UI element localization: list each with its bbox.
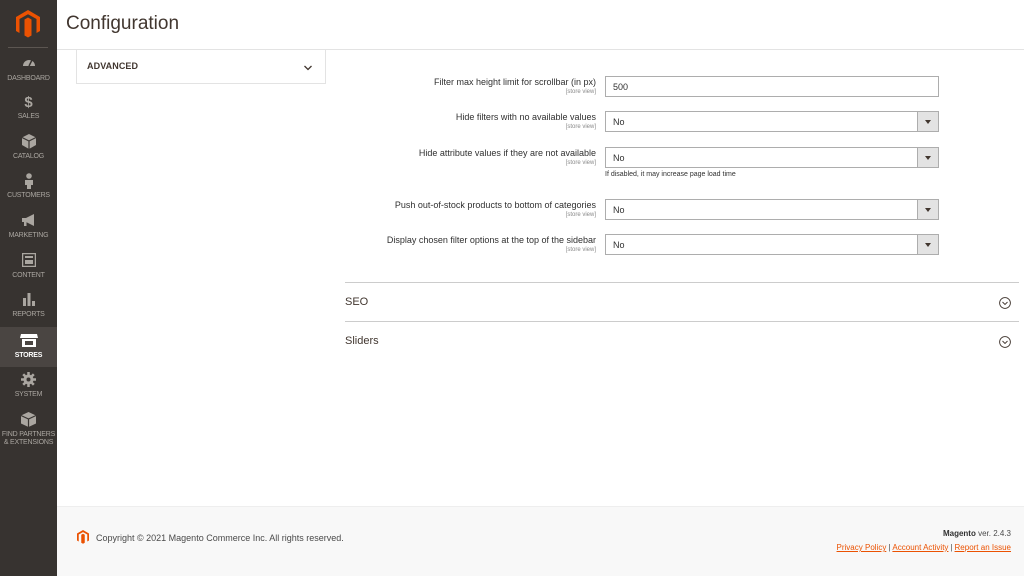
dropdown-arrow-icon bbox=[917, 235, 938, 254]
sidebar-item-stores[interactable]: STORES bbox=[0, 327, 57, 367]
sidebar-divider bbox=[8, 47, 48, 48]
brand-name: Magento bbox=[942, 529, 976, 538]
admin-sidebar: DASHBOARD $ SALES CATALOG CUSTOMERS MARK… bbox=[0, 0, 57, 576]
dollar-icon: $ bbox=[24, 94, 33, 111]
cube-icon bbox=[0, 134, 57, 152]
section-seo[interactable]: SEO bbox=[345, 282, 1019, 322]
sidebar-item-sales[interactable]: $ SALES bbox=[0, 94, 57, 134]
expand-circle-icon[interactable] bbox=[999, 335, 1011, 348]
page-title: Configuration bbox=[66, 13, 180, 34]
config-tab-advanced[interactable]: ADVANCED bbox=[76, 50, 326, 84]
hide-attribute-values-select[interactable]: No bbox=[605, 147, 939, 168]
sidebar-item-marketing[interactable]: MARKETING bbox=[0, 213, 57, 253]
sidebar-item-reports[interactable]: REPORTS bbox=[0, 292, 57, 332]
select-value: No bbox=[613, 117, 625, 127]
version-info: Magento ver. 2.4.3 bbox=[943, 529, 1011, 538]
page-header: Configuration bbox=[57, 0, 1024, 50]
dropdown-arrow-icon bbox=[917, 200, 938, 219]
person-icon bbox=[0, 173, 57, 191]
gear-icon bbox=[0, 372, 57, 390]
expand-circle-icon[interactable] bbox=[999, 296, 1011, 309]
magento-footer-logo-icon bbox=[77, 530, 89, 544]
field-note: If disabled, it may increase page load t… bbox=[605, 171, 736, 178]
magento-logo-icon[interactable] bbox=[16, 10, 40, 38]
field-scope: [store view] bbox=[565, 160, 596, 166]
chevron-down-icon bbox=[303, 60, 313, 71]
version-text: ver. 2.4.3 bbox=[978, 529, 1011, 538]
sidebar-item-find-partners[interactable]: FIND PARTNERS & EXTENSIONS bbox=[0, 412, 57, 456]
dropdown-arrow-icon bbox=[917, 112, 938, 131]
sidebar-item-customers[interactable]: CUSTOMERS bbox=[0, 173, 57, 213]
sidebar-item-dashboard[interactable]: DASHBOARD bbox=[0, 56, 57, 96]
layout-icon bbox=[0, 253, 57, 271]
bar-chart-icon bbox=[0, 292, 57, 310]
select-value: No bbox=[613, 153, 625, 163]
field-scope: [store view] bbox=[565, 124, 596, 130]
privacy-policy-link[interactable]: Privacy Policy bbox=[837, 543, 887, 552]
field-scope: [store view] bbox=[565, 89, 596, 95]
box-icon bbox=[0, 412, 57, 430]
account-activity-link[interactable]: Account Activity bbox=[892, 543, 948, 552]
field-scope: [store view] bbox=[565, 212, 596, 218]
storefront-icon bbox=[0, 333, 57, 351]
section-title: SEO bbox=[345, 296, 369, 308]
field-label: Filter max height limit for scrollbar (i… bbox=[433, 77, 596, 87]
field-label: Hide attribute values if they are not av… bbox=[418, 148, 596, 158]
link-separator: | bbox=[888, 543, 891, 552]
section-sliders[interactable]: Sliders bbox=[345, 321, 1019, 361]
config-tab-label: ADVANCED bbox=[87, 61, 139, 71]
select-value: No bbox=[613, 205, 625, 215]
page-footer: Copyright © 2021 Magento Commerce Inc. A… bbox=[57, 506, 1024, 576]
field-label: Display chosen filter options at the top… bbox=[386, 235, 596, 245]
dropdown-arrow-icon bbox=[917, 148, 938, 167]
filter-max-height-input[interactable]: 500 bbox=[605, 76, 939, 97]
field-label: Hide filters with no available values bbox=[455, 112, 596, 122]
push-out-of-stock-select[interactable]: No bbox=[605, 199, 939, 220]
sidebar-item-content[interactable]: CONTENT bbox=[0, 253, 57, 293]
footer-links: Privacy Policy | Account Activity | Report a… bbox=[837, 543, 1011, 552]
copyright-text: Copyright © 2021 Magento Commerce Inc. A… bbox=[96, 533, 344, 543]
megaphone-icon bbox=[0, 213, 57, 231]
select-value: No bbox=[613, 240, 625, 250]
field-label: Push out-of-stock products to bottom of … bbox=[394, 200, 596, 210]
field-scope: [store view] bbox=[565, 247, 596, 253]
display-chosen-filters-select[interactable]: No bbox=[605, 234, 939, 255]
dashboard-icon bbox=[0, 56, 57, 74]
link-separator: | bbox=[950, 543, 953, 552]
sidebar-item-system[interactable]: SYSTEM bbox=[0, 372, 57, 412]
section-title: Sliders bbox=[345, 335, 379, 347]
hide-filters-select[interactable]: No bbox=[605, 111, 939, 132]
report-issue-link[interactable]: Report an Issue bbox=[955, 543, 1011, 552]
sidebar-item-catalog[interactable]: CATALOG bbox=[0, 134, 57, 174]
